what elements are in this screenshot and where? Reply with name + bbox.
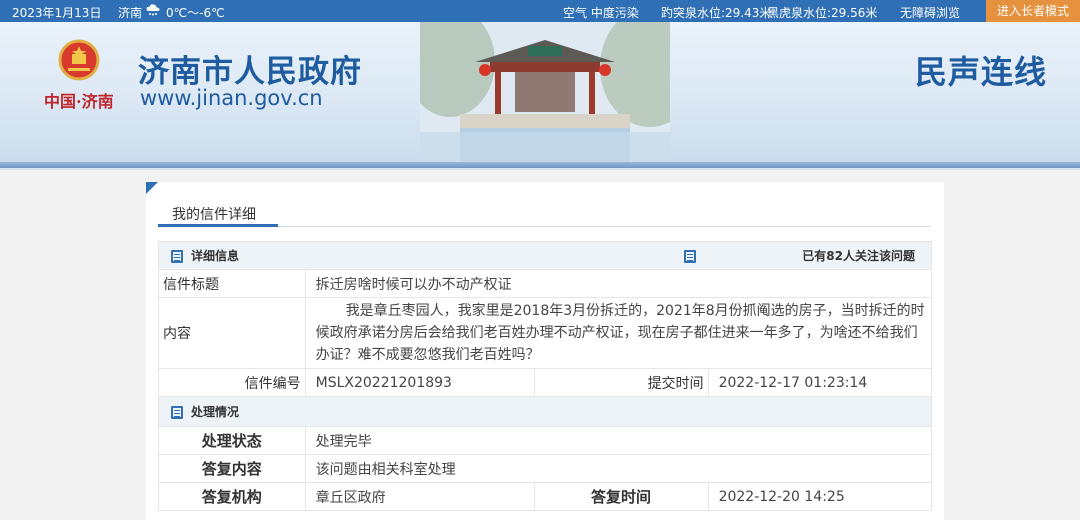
section-name: 民声连线: [915, 53, 1048, 91]
reply-org-value: 章丘区政府: [304, 482, 535, 511]
elder-mode-button[interactable]: 进入长者模式: [986, 0, 1080, 22]
handling-section-header: 处理情况: [158, 396, 932, 427]
letter-content-text: 我是章丘枣园人，我家里是2018年3月份拆迁的，2021年8月份抓阄选的房子，当…: [315, 303, 925, 363]
submit-time-value: 2022-12-17 01:23:14: [707, 368, 933, 397]
detail-section-header: 详细信息 已有82人关注该问题: [158, 241, 933, 270]
letter-number-value: MSLX20221201893: [304, 368, 535, 397]
table-row: 信件编号 MSLX20221201893 提交时间 2022-12-17 01:…: [158, 368, 933, 397]
weather-city: 济南: [118, 6, 143, 20]
heihu-spring-level: 黑虎泉水位:29.56米: [767, 6, 878, 20]
detail-section-title: 详细信息: [191, 249, 240, 263]
temperature: 0℃～-6℃: [166, 6, 225, 20]
baotu-spring-level: 趵突泉水位:29.43米: [661, 6, 772, 20]
document-icon: [684, 249, 697, 263]
panel-corner-marker: [146, 182, 158, 194]
content-value: 我是章丘枣园人，我家里是2018年3月份拆迁的，2021年8月份抓阄选的房子，当…: [304, 297, 933, 369]
submit-time-label: 提交时间: [533, 368, 709, 397]
letter-detail-table: 详细信息 已有82人关注该问题 信件标题 拆迁房啥时候可以办不动产权证 内容 我…: [158, 241, 933, 511]
tab-active-indicator: [158, 224, 278, 227]
table-row: 信件标题 拆迁房啥时候可以办不动产权证: [158, 269, 933, 298]
table-row: 内容 我是章丘枣园人，我家里是2018年3月份拆迁的，2021年8月份抓阄选的房…: [158, 297, 933, 369]
reply-time-label: 答复时间: [533, 482, 709, 511]
reply-content-value: 该问题由相关科室处理: [304, 454, 933, 483]
site-url: www.jinan.gov.cn: [140, 86, 323, 110]
handling-section-title: 处理情况: [191, 405, 240, 419]
document-icon: [171, 250, 183, 263]
banner-divider: [0, 168, 1080, 170]
letter-detail-panel: 我的信件详细 详细信息 已有82人关注该问题 信件标题 拆迁房啥时候可以办不动产…: [146, 182, 944, 520]
site-title: 济南市人民政府: [138, 54, 362, 90]
reply-time-value: 2022-12-20 14:25: [707, 482, 933, 511]
top-info-bar: 2023年1月13日 济南 0℃～-6℃ 空气 中度污染 趵突泉水位:29.43…: [0, 0, 1080, 22]
pavilion-scene-image: [420, 22, 670, 168]
table-row: 处理状态 处理完毕: [158, 426, 933, 455]
document-icon: [171, 406, 183, 419]
status-value: 处理完毕: [304, 426, 933, 455]
status-label: 处理状态: [158, 426, 306, 455]
letter-title-value: 拆迁房啥时候可以办不动产权证: [304, 269, 933, 298]
cloud-snow-icon: [145, 3, 161, 16]
reply-org-label: 答复机构: [158, 482, 306, 511]
air-quality: 空气 中度污染: [563, 6, 639, 20]
reply-content-label: 答复内容: [158, 454, 306, 483]
city-logo-text: 中国·济南: [44, 92, 114, 111]
table-row: 答复机构 章丘区政府 答复时间 2022-12-20 14:25: [158, 482, 933, 511]
content-label: 内容: [158, 297, 306, 369]
letter-title-label: 信件标题: [158, 269, 306, 298]
accessibility-link[interactable]: 无障碍浏览: [900, 4, 960, 21]
table-row: 答复内容 该问题由相关科室处理: [158, 454, 933, 483]
follow-count: 已有82人关注该问题: [708, 241, 933, 270]
letter-number-label: 信件编号: [158, 368, 306, 397]
national-emblem-icon: [58, 39, 100, 81]
current-date: 2023年1月13日: [12, 6, 102, 20]
